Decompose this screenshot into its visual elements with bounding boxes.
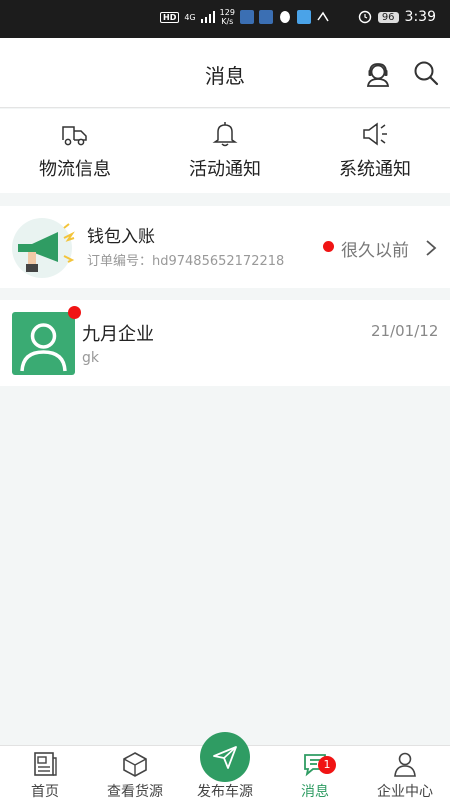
company-name: 九月企业 (82, 324, 154, 345)
app-icon (317, 11, 329, 22)
message-preview: gk (82, 350, 99, 366)
category-label: 物流信息 (39, 159, 111, 180)
category-logistics[interactable]: 物流信息 (0, 119, 150, 181)
bell-icon (212, 122, 238, 147)
battery-level: 96 (377, 11, 399, 23)
publish-vehicle-button[interactable] (200, 732, 250, 782)
signal-icon (200, 11, 215, 23)
wallet-message-title: 钱包入账 (87, 227, 155, 247)
tab-messages[interactable]: 消息 (270, 750, 360, 800)
wallet-message-time: 很久以前 (341, 241, 409, 261)
app-notification-icon (239, 10, 254, 24)
company-message-row[interactable]: 九月企业 gk 21/01/12 (0, 300, 450, 386)
publish-vehicle-label: 发布车源 (197, 784, 253, 800)
page-header: 消息 (0, 38, 450, 108)
alarm-icon (358, 10, 372, 24)
tab-label: 查看货源 (107, 784, 163, 800)
tab-home[interactable]: 首页 (0, 750, 90, 800)
tab-company-center[interactable]: 企业中心 (360, 750, 450, 800)
speed-value: 129 (219, 8, 235, 17)
message-date: 21/01/12 (371, 322, 439, 340)
truck-icon (62, 126, 87, 146)
tab-label: 企业中心 (377, 784, 433, 800)
category-system[interactable]: 系统通知 (300, 119, 450, 181)
status-bar-right: 96 3:39 (358, 9, 436, 25)
qq-icon (279, 11, 290, 23)
tab-label: 消息 (301, 784, 329, 800)
category-activity[interactable]: 活动通知 (150, 119, 300, 181)
search-icon[interactable] (413, 60, 439, 86)
box-icon (123, 752, 147, 777)
wallet-order-number: 订单编号：hd97485652172218 (87, 254, 285, 269)
network-speed: 129 K/s (220, 8, 235, 26)
megaphone-icon (12, 218, 75, 278)
tab-cargo[interactable]: 查看货源 (90, 750, 180, 800)
home-icon (34, 752, 57, 776)
message-count-badge: 1 (318, 756, 336, 774)
speed-unit: K/s (221, 17, 234, 26)
status-bar-left: HD 4G 129 K/s (160, 8, 330, 26)
app-notification-icon (258, 10, 273, 24)
category-label: 活动通知 (189, 159, 261, 180)
send-icon (213, 746, 237, 769)
tab-label: 首页 (31, 784, 59, 800)
status-bar: HD 4G 129 K/s 96 3:39 (0, 0, 450, 38)
category-label: 系统通知 (339, 159, 411, 180)
hd-badge: HD (160, 11, 180, 23)
weather-icon (296, 10, 311, 24)
avatar-icon (20, 323, 67, 372)
network-type: 4G (184, 12, 196, 22)
unread-dot (323, 241, 334, 252)
customer-service-icon[interactable] (364, 60, 392, 88)
avatar (12, 312, 75, 375)
clock: 3:39 (404, 9, 436, 25)
unread-dot (68, 306, 81, 319)
user-icon (394, 752, 416, 777)
speaker-icon (363, 122, 387, 146)
wallet-message-row[interactable]: 钱包入账 订单编号：hd97485652172218 很久以前 (0, 206, 450, 288)
chevron-right-icon (426, 240, 437, 256)
category-bar: 物流信息 活动通知 系统通知 (0, 109, 450, 193)
